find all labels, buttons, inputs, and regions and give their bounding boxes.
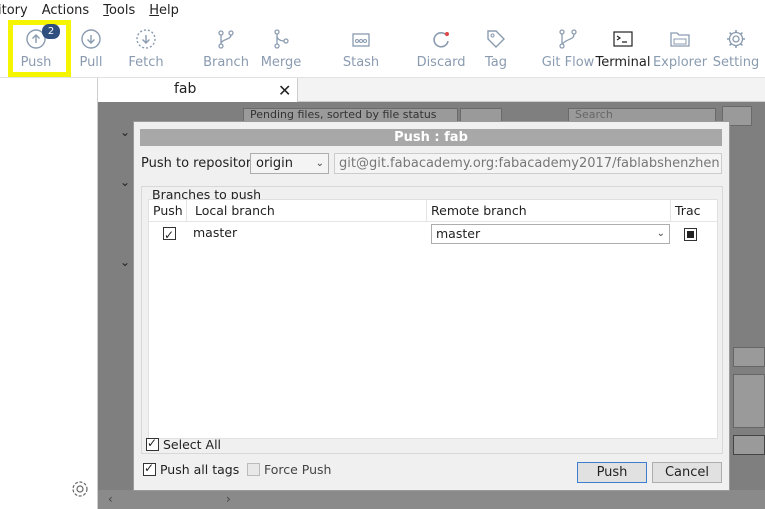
close-icon[interactable]: ✕ <box>278 81 291 100</box>
settings-label: Setting <box>712 55 760 70</box>
settings-button[interactable]: Setting <box>710 20 762 76</box>
push-all-tags-label: Push all tags <box>159 462 240 477</box>
pull-button[interactable]: Pull <box>76 20 106 76</box>
row-track-checkbox[interactable] <box>684 228 697 241</box>
menu-help[interactable]: Help <box>149 3 179 18</box>
pull-label: Pull <box>79 55 103 70</box>
scroll-right-icon: › <box>226 492 231 506</box>
menu-actions[interactable]: Actions <box>42 3 90 18</box>
chevron-down-icon: ⌄ <box>656 228 665 239</box>
fetch-label: Fetch <box>128 55 164 70</box>
file-filter-select: Pending files, sorted by file status <box>243 108 458 122</box>
chevron-down-icon: ⌄ <box>315 158 324 169</box>
push-all-tags-checkbox[interactable]: Push all tags <box>143 461 240 477</box>
folder-icon <box>667 26 693 52</box>
horizontal-scrollbar: ‹ › <box>98 490 765 509</box>
cancel-button[interactable]: Cancel <box>652 462 722 483</box>
explorer-button[interactable]: Explorer <box>652 20 708 76</box>
discard-button[interactable]: Discard <box>416 20 466 76</box>
repository-select-value: origin <box>256 156 294 171</box>
force-push-label: Force Push <box>263 462 332 477</box>
column-remote-branch[interactable]: Remote branch <box>427 200 671 222</box>
git-flow-button[interactable]: Git Flow <box>541 20 595 76</box>
stash-button[interactable]: Stash <box>343 20 379 76</box>
chevron-down-icon: ⌄ <box>120 125 131 139</box>
stash-label: Stash <box>342 55 380 70</box>
row-push-checkbox[interactable] <box>163 225 176 245</box>
chevron-down-icon: ⌄ <box>120 255 131 269</box>
discard-label: Discard <box>416 55 466 70</box>
repository-select[interactable]: origin ⌄ <box>250 153 329 174</box>
branches-table: Push Local branch Remote branch Trac mas… <box>148 199 718 439</box>
repo-label: Push to repository: <box>141 156 263 171</box>
merge-icon <box>268 26 294 52</box>
column-track[interactable]: Trac <box>671 200 717 222</box>
gear-icon <box>723 26 749 52</box>
tab-title: fab <box>174 81 197 97</box>
table-row: master master ⌄ <box>149 223 717 245</box>
bg-textarea <box>733 374 765 428</box>
menu-tools[interactable]: Tools <box>103 3 135 18</box>
stash-icon <box>348 26 374 52</box>
sidebar-settings-gear-icon[interactable] <box>69 478 91 500</box>
explorer-label: Explorer <box>652 55 708 70</box>
merge-button[interactable]: Merge <box>261 20 301 76</box>
tag-button[interactable]: Tag <box>482 20 510 76</box>
menu-help-rest: elp <box>159 2 179 18</box>
arrow-down-circle-icon <box>78 26 104 52</box>
column-push[interactable]: Push <box>149 200 187 222</box>
tab-strip: fab ✕ <box>98 78 765 102</box>
menu-help-accel: H <box>149 2 160 18</box>
force-push-checkbox[interactable]: Force Push <box>247 462 331 477</box>
view-mode-select <box>460 108 502 122</box>
fetch-button[interactable]: Fetch <box>128 20 164 76</box>
branch-icon <box>213 26 239 52</box>
select-all-label: Select All <box>162 437 222 452</box>
push-dialog: Push : fab Push to repository: origin ⌄ … <box>133 121 730 491</box>
push-count-badge: 2 <box>42 24 60 39</box>
tag-label: Tag <box>484 55 507 70</box>
column-local-branch[interactable]: Local branch <box>187 200 427 222</box>
git-flow-icon <box>555 26 581 52</box>
bg-select <box>733 347 765 367</box>
menu-bar: itory Actions Tools Help <box>0 0 765 20</box>
push-all-tags-check <box>143 461 156 476</box>
discard-icon <box>428 26 454 52</box>
bg-button <box>733 435 765 455</box>
merge-label: Merge <box>260 55 302 70</box>
repository-url-field[interactable]: git@git.fabacademy.org:fabacademy2017/fa… <box>334 153 722 174</box>
select-all-check <box>146 436 159 451</box>
scroll-left-icon: ‹ <box>108 492 113 506</box>
tab-fab[interactable]: fab ✕ <box>98 78 298 102</box>
push-highlight-box <box>8 20 71 77</box>
force-push-check <box>247 463 260 476</box>
tag-icon <box>483 26 509 52</box>
select-all-checkbox[interactable]: Select All <box>146 436 222 452</box>
git-flow-label: Git Flow <box>541 55 595 70</box>
remote-branch-select[interactable]: master ⌄ <box>431 224 670 244</box>
push-confirm-button[interactable]: Push <box>577 462 647 483</box>
remote-branch-value: master <box>436 226 481 241</box>
row-local-branch: master <box>193 225 238 240</box>
terminal-button[interactable]: Terminal <box>595 20 651 76</box>
menu-repository[interactable]: itory <box>0 3 28 18</box>
menu-tools-rest: ools <box>108 2 136 18</box>
search-input: Search <box>568 108 716 122</box>
fetch-icon <box>133 26 159 52</box>
dialog-title: Push : fab <box>140 129 722 146</box>
terminal-label: Terminal <box>595 55 651 70</box>
branches-group: Branches to push Push Local branch Remot… <box>141 186 723 454</box>
branch-label: Branch <box>203 55 249 70</box>
sidebar <box>0 78 98 509</box>
chevron-down-icon: ⌄ <box>120 175 131 189</box>
toolbar: Push Pull Fetch Branch Merge Stash Disca… <box>0 20 765 78</box>
branch-button[interactable]: Branch <box>203 20 249 76</box>
terminal-icon <box>610 26 636 52</box>
